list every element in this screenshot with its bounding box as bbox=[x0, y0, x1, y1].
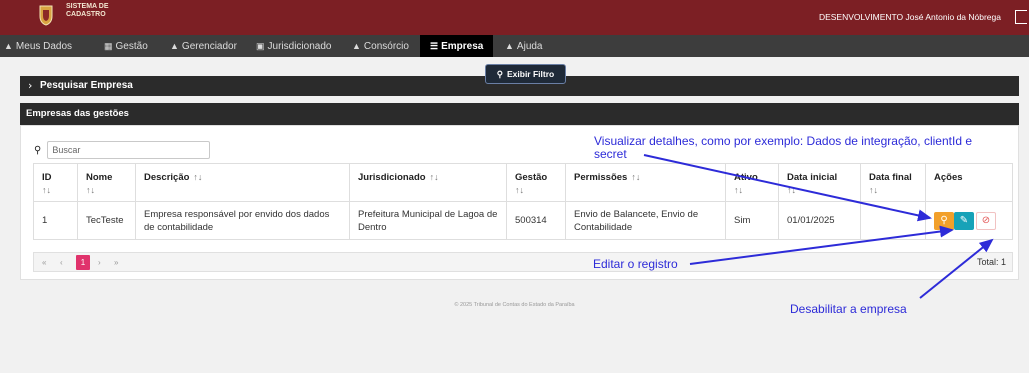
main-nav: ▲ Meus Dados ▦ Gestão ▲ Gerenciador ▣ Jurisd… bbox=[0, 35, 1029, 57]
coat-of-arms-logo bbox=[39, 5, 53, 26]
cell-gestao: 500314 bbox=[506, 201, 566, 240]
col-nome[interactable]: Nome ↑↓ bbox=[77, 163, 136, 202]
list-icon: ☰ bbox=[430, 40, 439, 51]
table-header-row: ID ↑↓ Nome ↑↓ Descrição ↑↓ Jurisdicionado ↑↓… bbox=[33, 163, 1013, 202]
logout-icon[interactable] bbox=[1015, 10, 1027, 24]
col-acoes: Ações bbox=[925, 163, 1013, 202]
table-row: 1 TecTeste Empresa responsável por envid… bbox=[33, 201, 1013, 240]
col-ativo[interactable]: Ativo ↑↓ bbox=[725, 163, 779, 202]
user-icon: ▲ bbox=[4, 41, 13, 51]
first-page-button[interactable]: « bbox=[42, 255, 46, 270]
sort-icon: ↑↓ bbox=[869, 185, 878, 195]
cell-ativo: Sim bbox=[725, 201, 779, 240]
cell-descricao: Empresa responsável por envido dos dados… bbox=[135, 201, 350, 240]
nav-gestao[interactable]: ▦ Gestão bbox=[104, 35, 148, 57]
cell-acoes: ⚲ ✎ ⊘ bbox=[925, 201, 1013, 240]
pagination: « ‹ 1 › » Total: 1 bbox=[33, 252, 1013, 272]
nav-empresa[interactable]: ☰ Empresa bbox=[420, 35, 494, 57]
bank-icon: ▣ bbox=[256, 40, 265, 51]
table-search: ⚲ bbox=[34, 141, 211, 159]
sort-icon: ↑↓ bbox=[429, 172, 439, 182]
disable-button[interactable]: ⊘ bbox=[976, 211, 996, 230]
sort-icon: ↑↓ bbox=[42, 185, 51, 195]
search-icon: ⚲ bbox=[940, 215, 948, 226]
prev-page-button[interactable]: ‹ bbox=[60, 255, 63, 270]
sort-icon: ↑↓ bbox=[515, 185, 524, 195]
annotation-view-details: Visualizar detalhes, como por exemplo: D… bbox=[594, 134, 972, 161]
chevron-right-icon: › bbox=[28, 79, 33, 92]
search-panel-title: Pesquisar Empresa bbox=[40, 80, 133, 91]
col-jurisdicionado[interactable]: Jurisdicionado ↑↓ bbox=[349, 163, 507, 202]
system-name: SISTEMA DE CADASTRO bbox=[66, 3, 109, 18]
page-1-button[interactable]: 1 bbox=[76, 255, 90, 270]
next-page-button[interactable]: › bbox=[98, 255, 101, 270]
companies-panel-header: Empresas das gestões bbox=[20, 103, 1019, 125]
row-actions: ⚲ ✎ ⊘ bbox=[934, 211, 1004, 230]
view-details-button[interactable]: ⚲ bbox=[934, 211, 954, 230]
edit-button[interactable]: ✎ bbox=[954, 211, 974, 230]
companies-panel-title: Empresas das gestões bbox=[26, 108, 129, 119]
nav-gerenciador[interactable]: ▲ Gerenciador bbox=[170, 35, 237, 57]
last-page-button[interactable]: » bbox=[114, 255, 118, 270]
calendar-icon: ▦ bbox=[104, 40, 113, 51]
total-count: Total: 1 bbox=[976, 257, 1006, 267]
sort-icon: ↑↓ bbox=[631, 172, 641, 182]
cell-nome: TecTeste bbox=[77, 201, 136, 240]
cell-id: 1 bbox=[33, 201, 78, 240]
nav-jurisdicionado[interactable]: ▣ Jurisdicionado bbox=[256, 35, 331, 57]
col-data-final[interactable]: Data final ↑↓ bbox=[860, 163, 926, 202]
pencil-icon: ✎ bbox=[959, 215, 969, 226]
ban-icon: ⊘ bbox=[981, 215, 991, 226]
users-icon: ▲ bbox=[352, 41, 361, 51]
book-icon: ▲ bbox=[505, 41, 514, 51]
nav-consorcio[interactable]: ▲ Consórcio bbox=[352, 35, 409, 57]
user-name: DESENVOLVIMENTO José Antonio da Nóbrega bbox=[818, 12, 1001, 22]
user-icon: ▲ bbox=[170, 41, 179, 51]
cell-data-inicial: 01/01/2025 bbox=[778, 201, 861, 240]
sort-icon: ↑↓ bbox=[734, 185, 743, 195]
sort-icon: ↑↓ bbox=[193, 172, 203, 182]
search-icon: ⚲ bbox=[496, 68, 503, 79]
col-permissoes[interactable]: Permissões ↑↓ bbox=[565, 163, 726, 202]
top-bar: SISTEMA DE CADASTRO DESENVOLVIMENTO José… bbox=[0, 0, 1029, 35]
search-icon: ⚲ bbox=[34, 144, 42, 156]
col-gestao[interactable]: Gestão ↑↓ bbox=[506, 163, 566, 202]
cell-permissoes: Envio de Balancete, Envio de Contabilida… bbox=[565, 201, 726, 240]
col-data-inicial[interactable]: Data inicial ↑↓ bbox=[778, 163, 861, 202]
search-input[interactable] bbox=[47, 141, 211, 159]
companies-table: ID ↑↓ Nome ↑↓ Descrição ↑↓ Jurisdicionado ↑↓… bbox=[33, 163, 1013, 240]
cell-data-final bbox=[860, 201, 926, 240]
col-id[interactable]: ID ↑↓ bbox=[33, 163, 78, 202]
sort-icon: ↑↓ bbox=[86, 185, 95, 195]
col-descricao[interactable]: Descrição ↑↓ bbox=[135, 163, 350, 202]
nav-meus-dados[interactable]: ▲ Meus Dados bbox=[4, 35, 72, 57]
nav-ajuda[interactable]: ▲ Ajuda bbox=[505, 35, 543, 57]
annotation-disable: Desabilitar a empresa bbox=[790, 302, 907, 316]
cell-jurisdicionado: Prefeitura Municipal de Lagoa de Dentro bbox=[349, 201, 507, 240]
annotation-edit: Editar o registro bbox=[593, 257, 678, 271]
show-filter-button[interactable]: ⚲ Exibir Filtro bbox=[485, 64, 566, 84]
sort-icon: ↑↓ bbox=[787, 185, 796, 195]
